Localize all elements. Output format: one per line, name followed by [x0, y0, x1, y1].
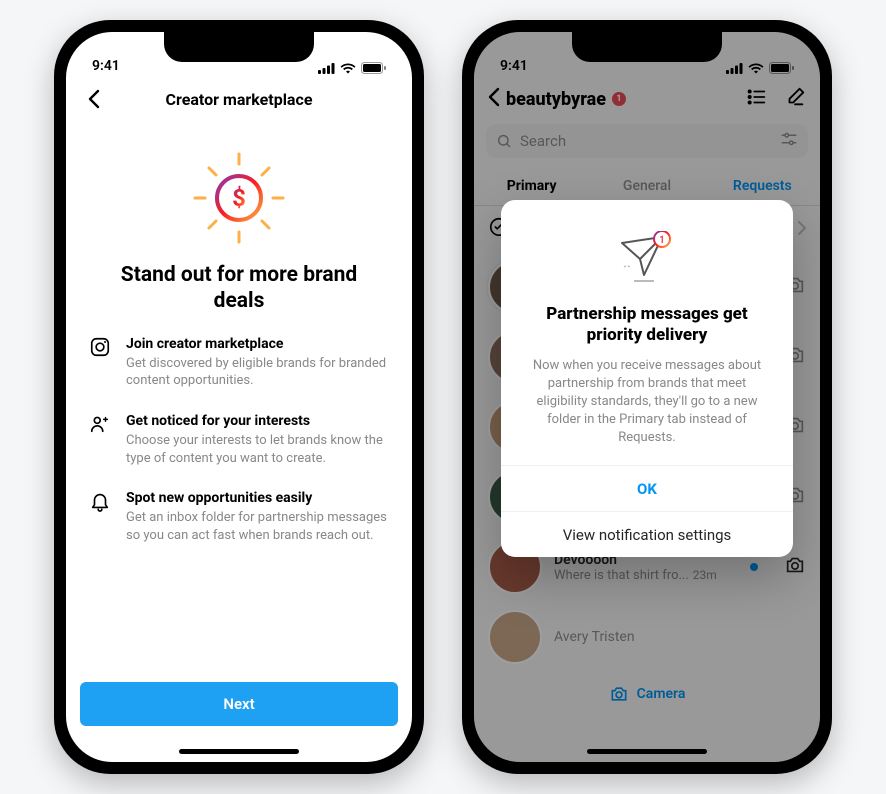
dollar-sunburst-icon: $ — [189, 148, 289, 248]
bullet-item: Join creator marketplace Get discovered … — [88, 335, 390, 390]
notch — [164, 32, 314, 62]
bullet-item: Spot new opportunities easily Get an inb… — [88, 489, 390, 544]
phone-left: 9:41 Creator marketplace — [54, 20, 424, 774]
modal-title: Partnership messages get priority delive… — [523, 304, 771, 347]
bullets: Join creator marketplace Get discovered … — [66, 315, 412, 545]
page-title: Creator marketplace — [66, 90, 412, 109]
cellular-icon — [318, 63, 335, 74]
status-time: 9:41 — [92, 58, 120, 74]
status-icons — [318, 62, 386, 74]
bullet-desc: Choose your interests to let brands know… — [126, 432, 390, 467]
modal: 1 Partnership messages get priority deli… — [501, 200, 793, 557]
bullet-desc: Get an inbox folder for partnership mess… — [126, 509, 390, 544]
instagram-icon — [88, 335, 112, 359]
bullet-title: Get noticed for your interests — [126, 412, 390, 430]
battery-icon — [361, 62, 386, 74]
hero-title: Stand out for more brand deals — [94, 262, 384, 315]
phone-right: 9:41 beautybyrae 1 — [462, 20, 832, 774]
modal-text: Now when you receive messages about part… — [523, 357, 771, 448]
modal-badge-count: 1 — [659, 235, 665, 246]
bottom-button-wrap: Next — [66, 682, 412, 726]
bullet-title: Join creator marketplace — [126, 335, 390, 353]
next-button[interactable]: Next — [80, 682, 398, 726]
person-sparkle-icon — [88, 412, 112, 436]
bullet-desc: Get discovered by eligible brands for br… — [126, 355, 390, 390]
paper-plane-icon: 1 — [523, 224, 771, 294]
screen-left: 9:41 Creator marketplace — [66, 32, 412, 762]
wifi-icon — [340, 63, 356, 74]
bullet-title: Spot new opportunities easily — [126, 489, 390, 507]
bullet-item: Get noticed for your interests Choose yo… — [88, 412, 390, 467]
chevron-left-icon — [88, 89, 100, 109]
modal-ok-button[interactable]: OK — [501, 465, 793, 511]
navbar: Creator marketplace — [66, 78, 412, 120]
modal-settings-button[interactable]: View notification settings — [501, 511, 793, 557]
home-indicator[interactable] — [179, 749, 299, 754]
hero: $ Stand out for more brand deals — [66, 120, 412, 315]
back-button[interactable] — [80, 85, 108, 113]
bell-icon — [88, 489, 112, 513]
screen-right: 9:41 beautybyrae 1 — [474, 32, 820, 762]
svg-text:$: $ — [232, 184, 246, 212]
